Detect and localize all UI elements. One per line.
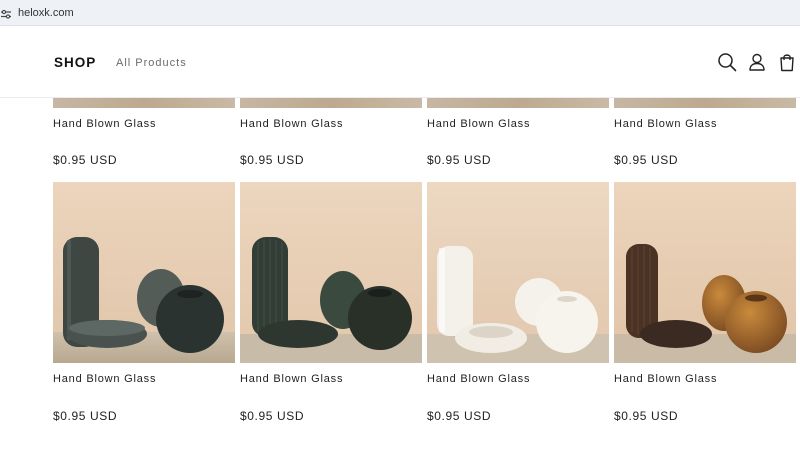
search-icon[interactable] xyxy=(716,51,738,73)
product-image[interactable] xyxy=(427,182,609,363)
product-title[interactable]: Hand Blown Glass xyxy=(427,118,530,130)
product-price: $0.95 USD xyxy=(53,409,118,423)
product-title[interactable]: Hand Blown Glass xyxy=(53,118,156,130)
product-image[interactable] xyxy=(614,182,796,363)
product-image[interactable] xyxy=(240,182,422,363)
product-image-partial[interactable] xyxy=(53,98,235,108)
product-price: $0.95 USD xyxy=(614,409,679,423)
nav-all-products[interactable]: All Products xyxy=(116,57,187,69)
product-image[interactable] xyxy=(53,182,235,363)
url-text[interactable]: heloxk.com xyxy=(18,7,74,19)
product-title[interactable]: Hand Blown Glass xyxy=(240,373,343,385)
product-price: $0.95 USD xyxy=(53,153,118,167)
product-price: $0.95 USD xyxy=(427,153,492,167)
browser-url-bar[interactable]: heloxk.com xyxy=(0,0,800,26)
site-logo[interactable]: SHOP xyxy=(54,55,96,70)
cart-icon[interactable] xyxy=(776,51,798,73)
product-title[interactable]: Hand Blown Glass xyxy=(53,373,156,385)
product-price: $0.95 USD xyxy=(240,153,305,167)
site-header: SHOP All Products xyxy=(0,27,800,98)
site-settings-icon[interactable] xyxy=(0,7,12,19)
product-price: $0.95 USD xyxy=(427,409,492,423)
product-price: $0.95 USD xyxy=(240,409,305,423)
account-icon[interactable] xyxy=(746,51,768,73)
product-image-partial[interactable] xyxy=(427,98,609,108)
product-title[interactable]: Hand Blown Glass xyxy=(614,118,717,130)
product-title[interactable]: Hand Blown Glass xyxy=(614,373,717,385)
product-image-partial[interactable] xyxy=(240,98,422,108)
product-title[interactable]: Hand Blown Glass xyxy=(240,118,343,130)
product-image-partial[interactable] xyxy=(614,98,796,108)
product-price: $0.95 USD xyxy=(614,153,679,167)
product-title[interactable]: Hand Blown Glass xyxy=(427,373,530,385)
